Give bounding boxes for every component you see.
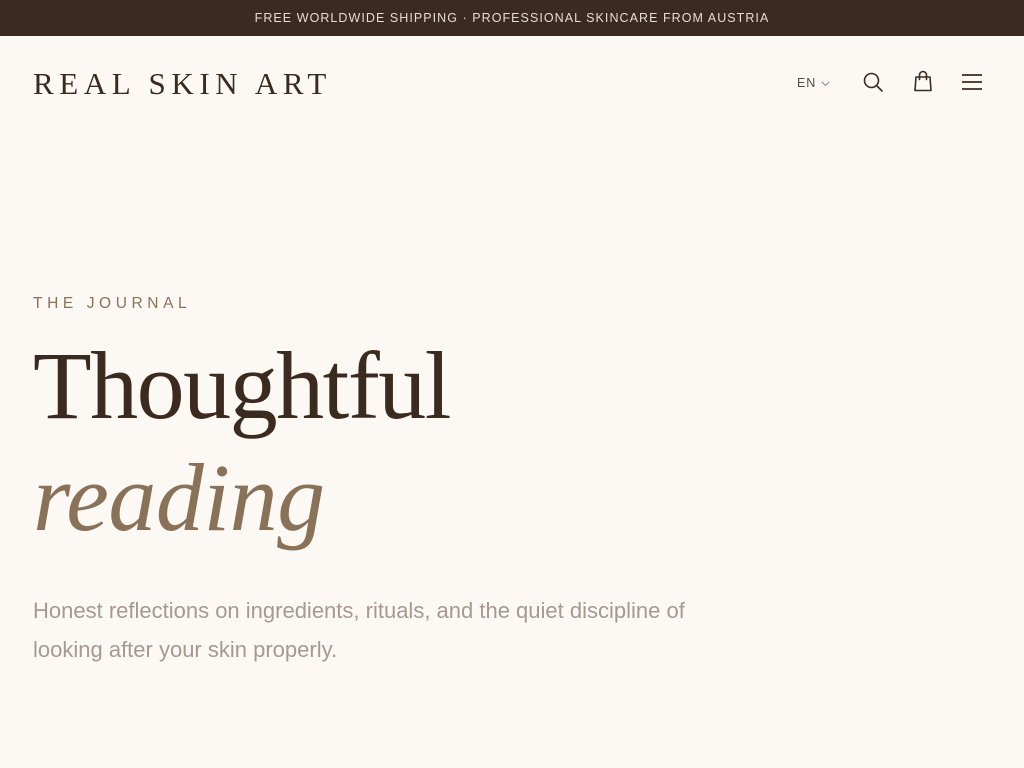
language-label: EN: [797, 76, 817, 90]
section-eyebrow: THE JOURNAL: [33, 295, 192, 312]
hamburger-menu-icon: [961, 73, 983, 96]
menu-button[interactable]: [960, 72, 984, 96]
search-icon: [862, 71, 884, 98]
chevron-down-icon: [821, 74, 830, 92]
announcement-text: FREE WORLDWIDE SHIPPING · PROFESSIONAL S…: [254, 11, 770, 25]
title-line-2: reading: [33, 444, 325, 551]
search-button[interactable]: [861, 72, 885, 96]
shopping-bag-icon: [913, 70, 933, 97]
intro-text: Honest reflections on ingredients, ritua…: [33, 598, 685, 662]
title-line-1: Thoughtful: [33, 332, 451, 439]
announcement-bar: FREE WORLDWIDE SHIPPING · PROFESSIONAL S…: [0, 0, 1024, 36]
cart-button[interactable]: [911, 70, 935, 97]
language-selector[interactable]: EN: [797, 74, 830, 92]
site-header: REAL SKIN ART EN: [0, 36, 1024, 132]
page-title: Thoughtful reading: [33, 330, 451, 554]
brand-logo[interactable]: REAL SKIN ART: [33, 66, 332, 102]
